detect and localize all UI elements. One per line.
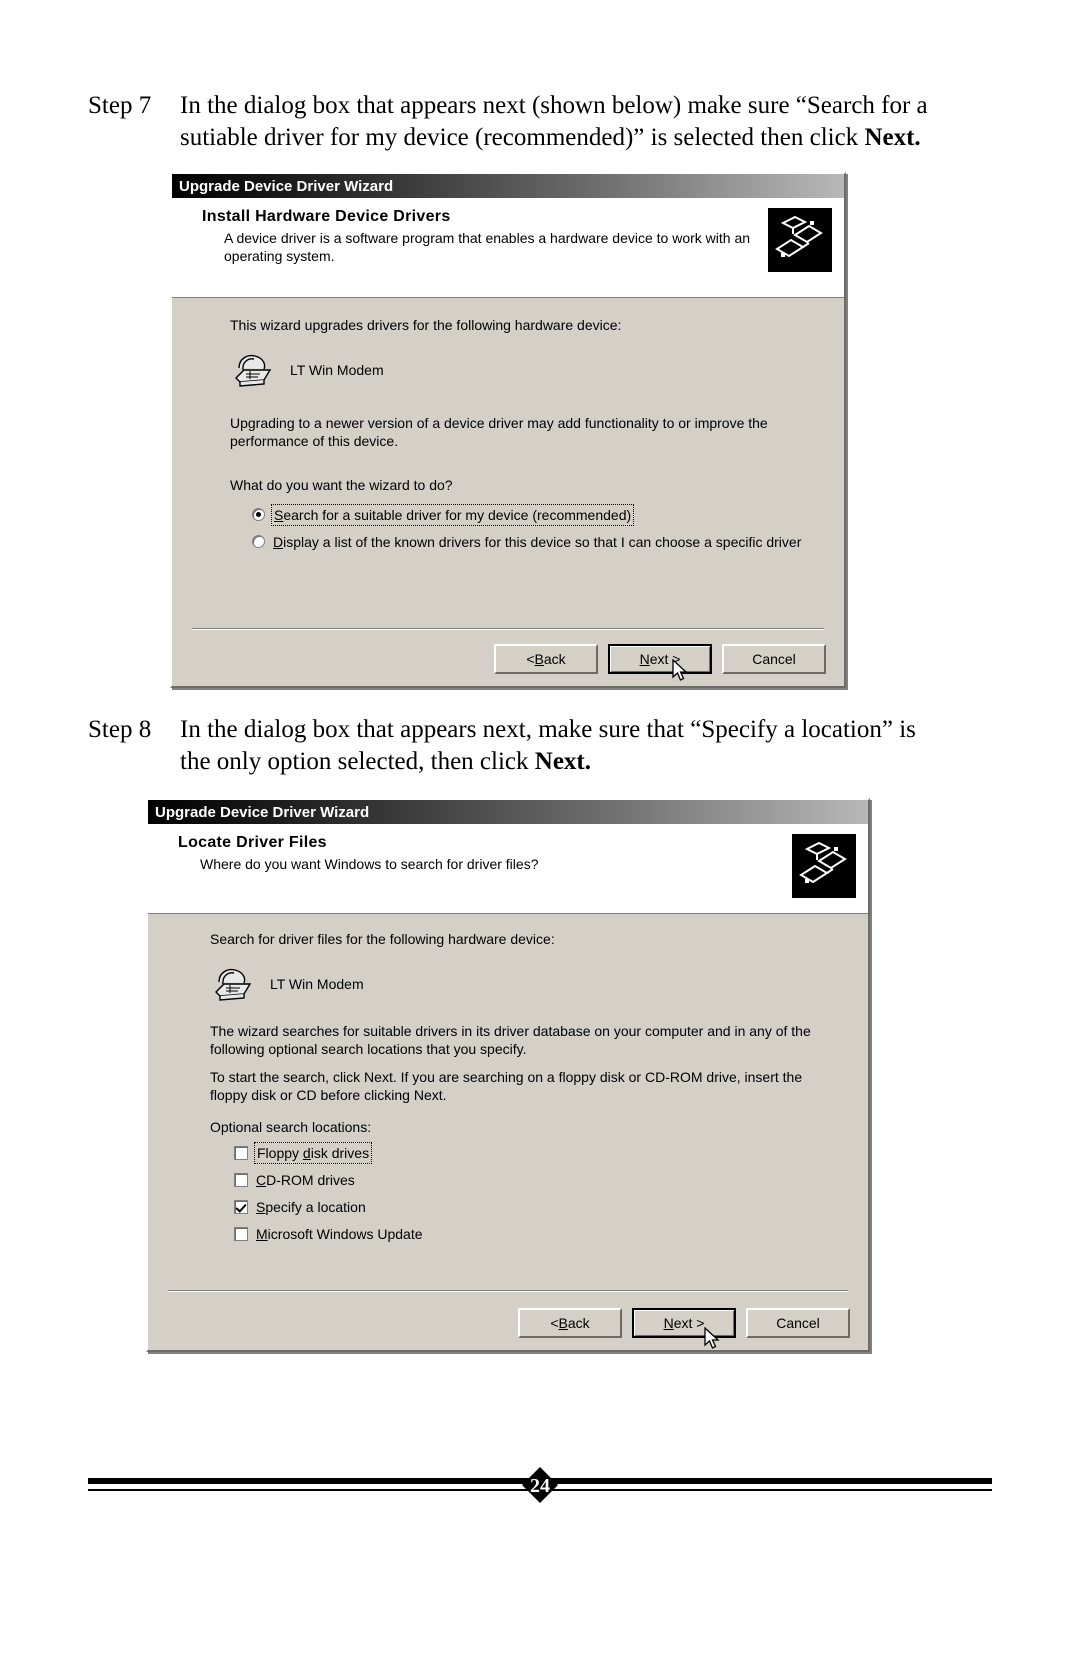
step-7-text: In the dialog box that appears next (sho… xyxy=(180,90,940,154)
cb-1-accel: d xyxy=(302,1145,311,1161)
back-prefix: < xyxy=(526,651,535,667)
step-8-text-bold: Next. xyxy=(534,748,591,775)
dialog-1-banner-title: Install Hardware Device Drivers xyxy=(202,208,451,225)
step-7-label: Step 7 xyxy=(88,92,152,119)
checkbox-floppy-disk-drives-label: Floppy disk drives xyxy=(253,1142,373,1164)
radio-2-accel: D xyxy=(273,534,284,550)
upgrade-device-driver-wizard-dialog-2[interactable]: Upgrade Device Driver Wizard Locate Driv… xyxy=(146,798,870,1352)
dialog-2-intro: Search for driver files for the followin… xyxy=(210,931,555,947)
dialog-2-title: Upgrade Device Driver Wizard xyxy=(155,803,370,821)
radio-option-search-suitable-driver[interactable]: Search for a suitable driver for my devi… xyxy=(252,504,816,526)
dialog-2-group-label: Optional search locations: xyxy=(210,1119,372,1135)
driver-wizard-banner-icon-2 xyxy=(792,834,856,898)
radio-display-known-drivers-indicator[interactable] xyxy=(252,535,265,548)
radio-display-known-drivers-label: Display a list of the known drivers for … xyxy=(273,533,801,551)
dialog-2-titlebar[interactable]: Upgrade Device Driver Wizard xyxy=(148,800,868,824)
back-accel: B xyxy=(534,651,544,667)
dialog-1-question: What do you want the wizard to do? xyxy=(230,477,453,493)
next2-accel: N xyxy=(663,1315,674,1331)
dialog-2-cancel-button[interactable]: Cancel xyxy=(746,1308,850,1338)
dialog-1-title: Upgrade Device Driver Wizard xyxy=(179,177,394,195)
dialog-1-banner-text: Install Hardware Device Drivers A device… xyxy=(202,208,768,265)
dialog-2-button-row: < Back Next > Cancel xyxy=(148,1296,868,1350)
radio-2-rest: isplay a list of the known drivers for t… xyxy=(283,534,802,550)
step-7-text-lead: In the dialog box that appears next (sho… xyxy=(180,92,928,151)
cb-4-accel: M xyxy=(256,1226,268,1242)
checkbox-floppy-disk-drives-box[interactable] xyxy=(234,1146,248,1160)
dialog-2-paragraph-1: The wizard searches for suitable drivers… xyxy=(210,1023,811,1057)
dialog-1-paragraph: Upgrading to a newer version of a device… xyxy=(230,415,768,449)
dialog-2-separator xyxy=(168,1290,848,1292)
step-8-text: In the dialog box that appears next, mak… xyxy=(180,714,940,778)
dialog-1-titlebar[interactable]: Upgrade Device Driver Wizard xyxy=(172,174,844,198)
modem-icon-2 xyxy=(210,962,256,1006)
dialog-2-device-name: LT Win Modem xyxy=(270,976,364,992)
driver-wizard-banner-icon xyxy=(768,208,832,272)
dialog-1-body: This wizard upgrades drivers for the fol… xyxy=(172,298,844,566)
next-accel: N xyxy=(639,651,650,667)
step-8-block: Step 8 In the dialog box that appears ne… xyxy=(88,714,948,778)
dialog-2-body: Search for driver files for the followin… xyxy=(148,914,868,1256)
cb-1-pre: Floppy xyxy=(257,1145,303,1161)
checkbox-specify-a-location-box[interactable] xyxy=(234,1200,248,1214)
dialog-1-cancel-button[interactable]: Cancel xyxy=(722,644,826,674)
checkbox-microsoft-windows-update-label: Microsoft Windows Update xyxy=(256,1225,423,1243)
dialog-2-banner-title: Locate Driver Files xyxy=(178,834,327,851)
checkbox-cd-rom-drives-box[interactable] xyxy=(234,1173,248,1187)
next-rest: ext > xyxy=(649,651,681,667)
checkbox-microsoft-windows-update-box[interactable] xyxy=(234,1227,248,1241)
checkbox-specify-a-location[interactable]: Specify a location xyxy=(234,1198,840,1216)
dialog-2-next-button[interactable]: Next > xyxy=(632,1308,736,1349)
cb-3-rest: pecify a location xyxy=(265,1199,366,1215)
dialog-2-banner-subtitle: Where do you want Windows to search for … xyxy=(200,856,539,872)
next2-rest: ext > xyxy=(673,1315,705,1331)
dialog-2-banner-text: Locate Driver Files Where do you want Wi… xyxy=(178,834,792,873)
checkbox-cd-rom-drives-label: CD-ROM drives xyxy=(256,1171,355,1189)
dialog-1-intro: This wizard upgrades drivers for the fol… xyxy=(230,317,622,333)
dialog-1-next-button[interactable]: Next > xyxy=(608,644,712,681)
cb-2-rest: D-ROM drives xyxy=(266,1172,355,1188)
back2-prefix: < xyxy=(550,1315,559,1331)
dialog-1-banner-subtitle: A device driver is a software program th… xyxy=(224,230,751,264)
back2-rest: ack xyxy=(567,1315,590,1331)
dialog-1-back-button[interactable]: < Back xyxy=(494,644,598,674)
radio-option-display-known-drivers[interactable]: Display a list of the known drivers for … xyxy=(252,533,822,551)
back-rest: ack xyxy=(543,651,566,667)
dialog-1-button-row: < Back Next > Cancel xyxy=(172,632,844,686)
cancel-label: Cancel xyxy=(752,651,796,667)
page-footer: 24 xyxy=(88,1467,992,1503)
checkbox-specify-a-location-label: Specify a location xyxy=(256,1198,366,1216)
dialog-2-device-row: LT Win Modem xyxy=(210,962,840,1006)
dialog-1-device-name: LT Win Modem xyxy=(290,362,384,378)
checkbox-cd-rom-drives[interactable]: CD-ROM drives xyxy=(234,1171,840,1189)
dialog-2-paragraph-2: To start the search, click Next. If you … xyxy=(210,1069,803,1103)
radio-search-suitable-driver-indicator[interactable] xyxy=(252,508,265,521)
cb-4-rest: icrosoft Windows Update xyxy=(267,1226,423,1242)
modem-icon xyxy=(230,348,276,392)
mouse-cursor-icon-2 xyxy=(704,1326,721,1351)
cb-3-accel: S xyxy=(256,1199,266,1215)
radio-1-rest: earch for a suitable driver for my devic… xyxy=(283,507,632,523)
cb-2-accel: C xyxy=(256,1172,267,1188)
radio-1-accel: S xyxy=(274,507,284,523)
step-8-label: Step 8 xyxy=(88,716,152,743)
step-7-text-bold: Next. xyxy=(864,124,921,151)
step-7-block: Step 7 In the dialog box that appears ne… xyxy=(88,90,948,154)
checkbox-floppy-disk-drives[interactable]: Floppy disk drives xyxy=(234,1142,840,1164)
checkbox-microsoft-windows-update[interactable]: Microsoft Windows Update xyxy=(234,1225,840,1243)
dialog-2-banner: Locate Driver Files Where do you want Wi… xyxy=(148,824,868,914)
cancel2-label: Cancel xyxy=(776,1315,820,1331)
dialog-2-back-button[interactable]: < Back xyxy=(518,1308,622,1338)
upgrade-device-driver-wizard-dialog-1[interactable]: Upgrade Device Driver Wizard Install Har… xyxy=(170,172,846,688)
dialog-1-device-row: LT Win Modem xyxy=(230,348,816,392)
radio-search-suitable-driver-label: Search for a suitable driver for my devi… xyxy=(270,504,635,526)
back2-accel: B xyxy=(558,1315,568,1331)
dialog-1-separator xyxy=(192,628,824,630)
page-number: 24 xyxy=(530,1475,550,1497)
dialog-1-banner: Install Hardware Device Drivers A device… xyxy=(172,198,844,298)
cb-1-rest: isk drives xyxy=(310,1145,370,1161)
